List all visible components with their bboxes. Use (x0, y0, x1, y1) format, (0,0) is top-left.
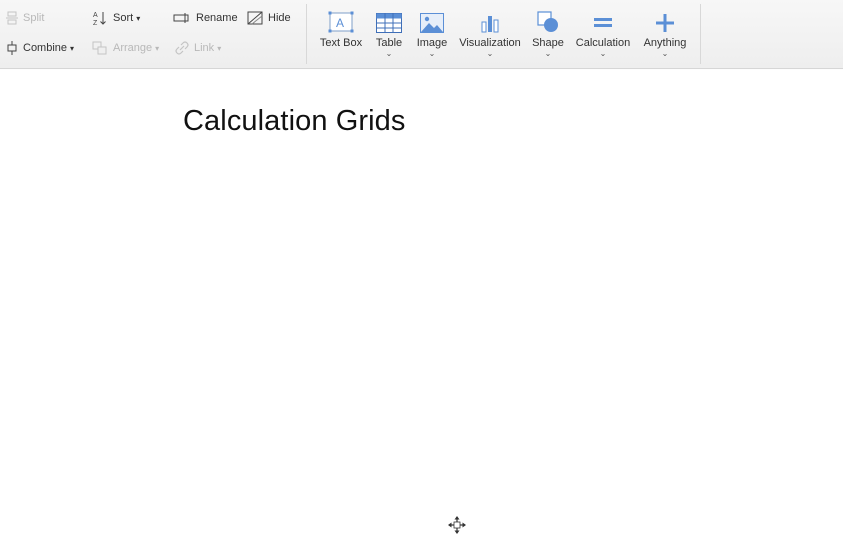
chevron-down-icon: ⌄ (544, 49, 552, 58)
bar-chart-icon (481, 16, 499, 33)
combine-icon (7, 41, 17, 55)
combine-label: Combine (23, 42, 68, 54)
svg-text:A: A (336, 16, 344, 30)
svg-text:A: A (93, 12, 98, 19)
sort-label: Sort (113, 12, 134, 24)
toolbar-divider (306, 4, 307, 64)
toolbar-divider (700, 4, 701, 64)
toolbar: Split A Z Sort ▾ Rename Hide Combine ▾ A… (0, 0, 843, 69)
arrange-button[interactable]: Arrange ▾ (92, 40, 159, 56)
insert-table-button[interactable]: Table ⌄ (372, 9, 406, 58)
chevron-down-icon: ▾ (155, 43, 160, 53)
rename-button[interactable]: Rename (173, 10, 238, 26)
chevron-down-icon: ▾ (136, 13, 141, 23)
equals-icon (594, 18, 612, 27)
split-label: Split (23, 12, 45, 24)
insert-text-box-label: Text Box (319, 37, 363, 49)
image-icon (420, 13, 444, 33)
insert-anything-label: Anything (643, 37, 687, 49)
insert-visualization-label: Visualization (459, 37, 521, 49)
insert-text-box-button[interactable]: A Text Box (319, 9, 363, 49)
shape-icon (537, 11, 558, 32)
rename-label: Rename (196, 12, 238, 24)
sort-az-icon: A Z (93, 12, 106, 26)
chevron-down-icon: ▾ (70, 43, 75, 53)
chevron-down-icon: ⌄ (385, 49, 393, 58)
hide-label: Hide (268, 12, 291, 24)
link-label: Link (194, 42, 215, 54)
insert-table-label: Table (375, 37, 403, 49)
insert-shape-button[interactable]: Shape ⌄ (530, 9, 566, 58)
svg-text:Z: Z (93, 20, 98, 26)
link-icon (175, 41, 189, 55)
split-button[interactable]: Split (6, 10, 44, 26)
chevron-down-icon: ⌄ (428, 49, 436, 58)
arrange-label: Arrange (113, 42, 153, 54)
chevron-down-icon: ⌄ (599, 49, 607, 58)
chevron-down-icon: ▾ (217, 43, 222, 53)
insert-calculation-button[interactable]: Calculation ⌄ (573, 9, 633, 58)
insert-visualization-button[interactable]: Visualization ⌄ (457, 9, 523, 58)
move-cursor-icon (448, 516, 466, 534)
split-icon (6, 11, 18, 25)
rename-icon (173, 13, 189, 23)
table-icon (376, 13, 402, 33)
hide-icon (247, 11, 263, 25)
page-title[interactable]: Calculation Grids (183, 105, 406, 138)
chevron-down-icon: ⌄ (486, 49, 494, 58)
plus-icon (656, 14, 674, 32)
insert-image-label: Image (416, 37, 448, 49)
arrange-icon (92, 41, 107, 55)
hide-button[interactable]: Hide (247, 10, 291, 26)
insert-anything-button[interactable]: Anything ⌄ (640, 9, 690, 58)
combine-button[interactable]: Combine ▾ (6, 40, 74, 56)
insert-calculation-label: Calculation (575, 37, 631, 49)
chevron-down-icon: ⌄ (661, 49, 669, 58)
insert-image-button[interactable]: Image ⌄ (414, 9, 450, 58)
link-button[interactable]: Link ▾ (175, 40, 221, 56)
sort-button[interactable]: A Z Sort ▾ (92, 10, 140, 26)
document-canvas[interactable] (0, 70, 843, 540)
insert-shape-label: Shape (532, 37, 564, 49)
text-box-icon: A (328, 11, 354, 33)
